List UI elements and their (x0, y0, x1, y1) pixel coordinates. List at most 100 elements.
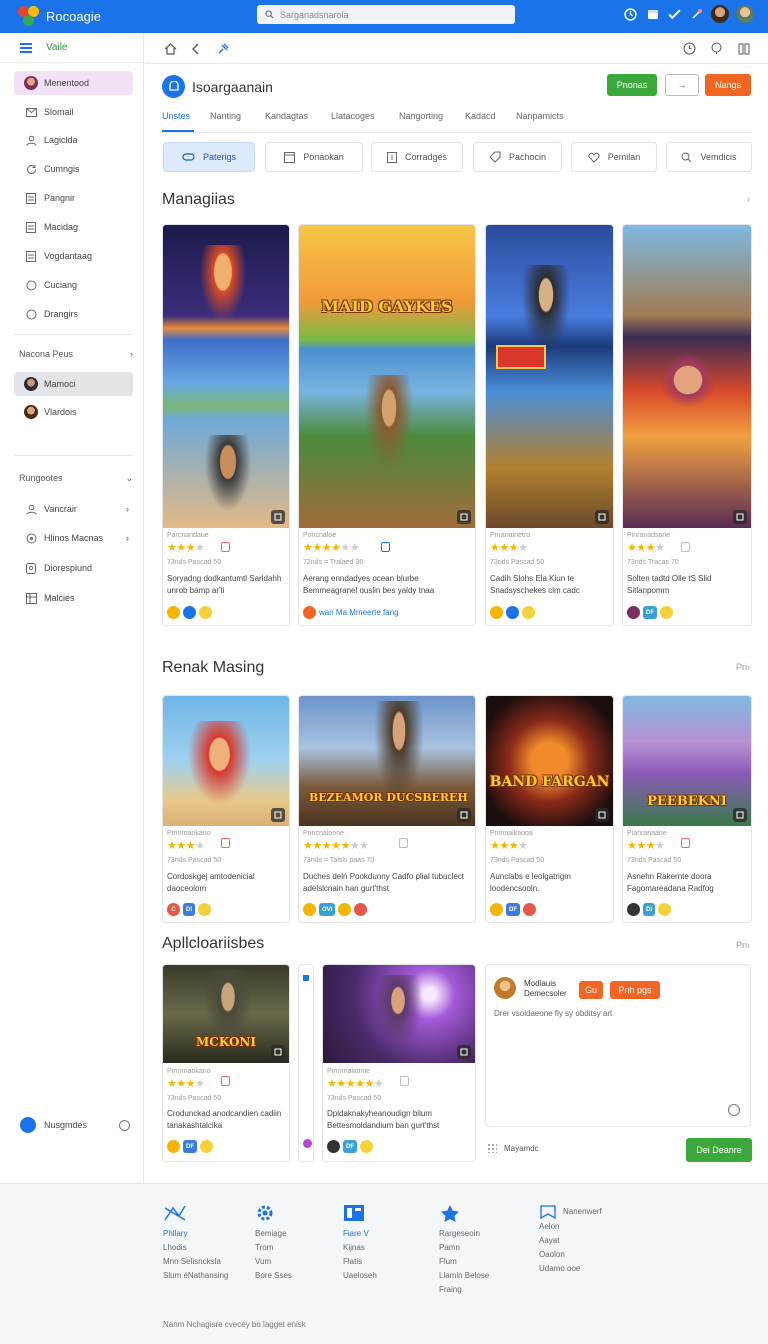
bookmark-icon[interactable] (399, 838, 408, 848)
footer-link[interactable]: Pamn (439, 1241, 489, 1255)
search-input[interactable]: Sarganadsnarola (257, 5, 515, 24)
settings-icon[interactable] (119, 1119, 130, 1131)
history-icon[interactable] (623, 7, 638, 22)
game-card[interactable]: BAND FARGAN Pnmnaikaooa ★★★★ 73nds Pasca… (485, 695, 614, 923)
expand-icon[interactable] (271, 510, 285, 524)
sidebar-item-mamoci[interactable]: Mamoci (14, 372, 133, 396)
game-card[interactable]: Parcnandaue ★★★★ 73nds Pascad 50 Soryadn… (162, 224, 290, 626)
section-more-link[interactable]: › (747, 194, 750, 204)
calendar-icon[interactable] (645, 7, 660, 22)
game-card[interactable]: Pmnrnaokano ★★★★ 73nds Pascad 50 Cordosk… (162, 695, 290, 923)
footer-link[interactable]: Rargeseoin (439, 1227, 489, 1241)
promo-btn-2[interactable]: Pnh pgs (610, 981, 660, 999)
sidebar-section-header[interactable]: Rungootes ⌄ (19, 473, 133, 484)
promo-link[interactable]: wan Ma Mmeerte fang (319, 608, 399, 617)
clock-icon[interactable] (682, 41, 697, 56)
panels-icon[interactable] (736, 41, 751, 56)
tab-kandagtas[interactable]: Kandagtas (265, 111, 308, 121)
footer-link[interactable]: Bore Sses (255, 1269, 292, 1283)
bookmark-icon[interactable] (400, 1076, 409, 1086)
tab-llatacoges[interactable]: Llatacoges (331, 111, 375, 121)
game-card[interactable]: PEEBEKNI Pianranaane ★★★★ 73nds Pascad 5… (622, 695, 752, 923)
footer-link[interactable]: Trom (255, 1241, 292, 1255)
sidebar-footer[interactable]: Nusgmdes (20, 1117, 130, 1133)
tab-nanpamicts[interactable]: Nanpamicts (516, 111, 564, 121)
grid-dots-icon[interactable] (487, 1143, 497, 1153)
sidebar-section-header[interactable]: Nacona Peus › (19, 349, 133, 359)
bookmark-icon[interactable] (381, 542, 390, 552)
footer-link[interactable]: Llamin Belose (439, 1269, 489, 1283)
game-card[interactable]: MAID GAYKES Poncnaloe ★★★★★★ 72nds = Tra… (298, 224, 476, 626)
back-icon[interactable] (187, 41, 202, 56)
accent-button[interactable]: Nangs (705, 74, 751, 96)
footer-link[interactable]: Fiare V (343, 1227, 377, 1241)
expand-icon[interactable] (457, 1045, 471, 1059)
category-vemdicis[interactable]: Vemdicis (666, 142, 752, 172)
category-corradges[interactable]: Corradges (371, 142, 463, 172)
sidebar-item-6[interactable]: Vogdantaag (14, 244, 133, 268)
help-icon[interactable] (709, 41, 724, 56)
expand-icon[interactable] (595, 808, 609, 822)
expand-icon[interactable] (271, 1045, 285, 1059)
tab-nanting[interactable]: Nanting (210, 111, 241, 121)
footer-link[interactable]: Nanenwerf (563, 1205, 602, 1219)
footer-link[interactable]: Uaeloseh (343, 1269, 377, 1283)
cta-button[interactable]: Dei Deanre (686, 1138, 752, 1162)
footer-link[interactable]: Flatis (343, 1255, 377, 1269)
sidebar-item-malcies[interactable]: Malcies (14, 586, 133, 610)
footer-link[interactable]: Aayat (539, 1234, 602, 1248)
menu-icon[interactable] (20, 41, 32, 55)
footer-link[interactable]: Bemiage (255, 1227, 292, 1241)
footer-link[interactable]: Fraing (439, 1283, 489, 1297)
tab-kadacd[interactable]: Kadacd (465, 111, 496, 121)
primary-button[interactable]: Pnonas (607, 74, 657, 96)
tab-nangorting[interactable]: Nangorting (399, 111, 443, 121)
info-icon[interactable] (728, 1104, 740, 1116)
sidebar-item-3[interactable]: Cumngis (14, 157, 133, 181)
sidebar-item-2[interactable]: Lagiclda (14, 128, 133, 152)
expand-icon[interactable] (733, 808, 747, 822)
footer-link[interactable]: Kijnas (343, 1241, 377, 1255)
footer-link[interactable]: Lhodis (163, 1241, 228, 1255)
section-more-link[interactable]: Pri› (736, 940, 750, 950)
game-card[interactable]: Pnranainetro ★★★★ 73nds Pascad 50 Cadih … (485, 224, 614, 626)
user-avatar[interactable] (711, 5, 729, 23)
sidebar-item-4[interactable]: Pangnir (14, 186, 133, 210)
sidebar-item-5[interactable]: Macidag (14, 215, 133, 239)
sidebar-item-1[interactable]: Slomail (14, 100, 133, 124)
profile-avatar[interactable] (736, 5, 754, 23)
check-icon[interactable] (667, 7, 682, 22)
expand-icon[interactable] (271, 808, 285, 822)
bookmark-icon[interactable] (221, 542, 230, 552)
bookmark-icon[interactable] (681, 542, 690, 552)
footer-link[interactable]: Slum éNathansing (163, 1269, 228, 1283)
category-pemilan[interactable]: Pemilan (571, 142, 657, 172)
arrow-button[interactable]: → (665, 74, 699, 96)
bookmark-icon[interactable] (681, 838, 690, 848)
footer-link[interactable]: Mnn Selisncksla (163, 1255, 228, 1269)
sidebar-item-0[interactable]: Menentood (14, 71, 133, 95)
bookmark-icon[interactable] (221, 838, 230, 848)
expand-icon[interactable] (457, 510, 471, 524)
sidebar-item-8[interactable]: Drangirs (14, 302, 133, 326)
section-more-link[interactable]: Pri› (736, 662, 750, 672)
expand-icon[interactable] (595, 510, 609, 524)
card-promo[interactable]: wan Ma Mmeerte fang (303, 606, 399, 619)
category-paterigs[interactable]: Paterigs (163, 142, 255, 172)
footer-link[interactable]: Udamo ooe (539, 1262, 602, 1276)
game-card[interactable]: BEZEAMOR DUCSBEREH Poncnaionne ★★★★★★★ 7… (298, 695, 476, 923)
footer-link[interactable]: Oaolon (539, 1248, 602, 1262)
bookmark-icon[interactable] (221, 1076, 230, 1086)
expand-icon[interactable] (457, 808, 471, 822)
footer-link[interactable]: Phllary (163, 1227, 228, 1241)
tool-icon[interactable] (689, 7, 704, 22)
expand-icon[interactable] (733, 510, 747, 524)
category-pachocin[interactable]: Pachocin (473, 142, 562, 172)
sidebar-item-vlardois[interactable]: Vlardois (14, 400, 133, 424)
footer-link[interactable]: Aelon (539, 1220, 602, 1234)
sidebar-item-7[interactable]: Cuciang (14, 273, 133, 297)
sidebar-item-hlinos[interactable]: Hlinos Macnas › (14, 526, 133, 550)
game-card[interactable]: MCKONI Pmnrnaokano ★★★★ 73nds Pascad 50 … (162, 964, 290, 1162)
home-icon[interactable] (163, 41, 178, 56)
sidebar-item-dioresplund[interactable]: Dioresplund (14, 556, 133, 580)
